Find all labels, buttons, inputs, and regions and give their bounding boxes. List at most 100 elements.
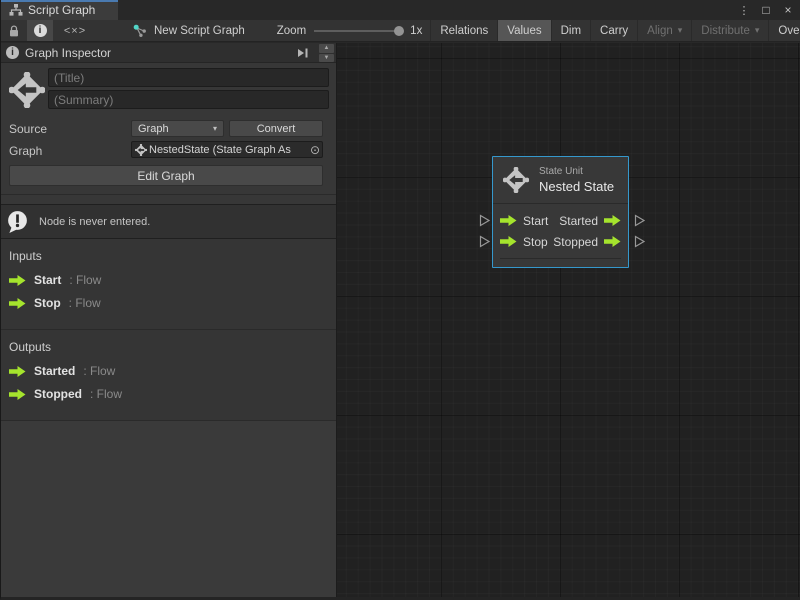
scroll-down-button[interactable]: ▼: [319, 54, 334, 63]
incoming-transition-port[interactable]: [479, 214, 491, 227]
lock-button[interactable]: [1, 20, 27, 41]
object-picker-icon[interactable]: ⊙: [310, 143, 320, 157]
state-unit-icon: [503, 167, 529, 193]
flow-arrow-icon: [9, 275, 26, 286]
info-icon: i: [34, 24, 47, 37]
input-port-start[interactable]: Start: [500, 214, 548, 228]
distribute-label: Distribute: [701, 25, 750, 37]
graph-field-label: Graph: [9, 144, 42, 158]
overview-button[interactable]: Overview: [769, 20, 800, 41]
align-label: Align: [647, 25, 673, 37]
inspector-toggle-button[interactable]: i: [27, 20, 53, 41]
scroll-up-button[interactable]: ▲: [319, 44, 334, 53]
spacer: [1, 195, 336, 204]
chevron-down-icon: ▾: [678, 25, 683, 36]
zoom-control: Zoom 1x: [269, 20, 431, 41]
graph-object-field[interactable]: NestedState (State Graph As ⊙: [131, 141, 323, 158]
list-item: Start : Flow: [9, 273, 328, 287]
new-script-graph-button[interactable]: New Script Graph: [123, 20, 255, 41]
source-dropdown[interactable]: Graph ▾: [131, 120, 224, 137]
input-port-stop[interactable]: Stop: [500, 235, 548, 249]
window-controls: ⋮ □ ×: [736, 0, 796, 20]
zoom-slider-knob[interactable]: [394, 26, 404, 36]
port-name: Started: [34, 364, 75, 378]
warning-bubble-icon: [5, 209, 30, 234]
window-menu-icon[interactable]: ⋮: [736, 2, 752, 18]
node-port-row: Start Started: [500, 210, 621, 231]
dock-toggle-button[interactable]: [294, 45, 312, 60]
scroll-spinner: ▲ ▼: [319, 44, 334, 62]
node-port-row: Stop Stopped: [500, 231, 621, 252]
graph-toolbar: i <×> New Script Graph Zoom 1x Relations…: [1, 20, 800, 42]
dim-button[interactable]: Dim: [552, 20, 591, 41]
toolbar-right-group: Relations Values Dim Carry Align ▾ Distr…: [430, 20, 800, 41]
carry-button[interactable]: Carry: [591, 20, 638, 41]
state-graph-asset-icon: [135, 144, 147, 156]
node-header[interactable]: State Unit Nested State: [493, 157, 628, 204]
list-item: Stopped : Flow: [9, 387, 328, 401]
graph-inspector-panel: i Graph Inspector ▲ ▼: [1, 43, 336, 600]
distribute-dropdown[interactable]: Distribute ▾: [692, 20, 769, 41]
dock-icon: [297, 48, 309, 58]
graph-object-value: NestedState (State Graph As: [149, 144, 310, 156]
state-unit-icon: [9, 72, 45, 108]
graph-title-input[interactable]: [48, 68, 329, 87]
port-name: Stop: [34, 296, 61, 310]
edit-graph-button[interactable]: Edit Graph: [9, 165, 323, 186]
port-label: Stopped: [553, 235, 598, 249]
values-button[interactable]: Values: [498, 20, 551, 41]
port-label: Stop: [523, 235, 548, 249]
port-label: Started: [559, 214, 598, 228]
flow-arrow-icon: [9, 298, 26, 309]
close-icon[interactable]: ×: [780, 2, 796, 18]
outgoing-transition-port[interactable]: [634, 214, 646, 227]
chevron-down-icon: ▾: [213, 124, 217, 133]
node-title-label: Nested State: [539, 179, 614, 194]
graph-canvas[interactable]: State Unit Nested State Start Star: [336, 43, 800, 600]
lock-icon: [8, 24, 20, 38]
outputs-title: Outputs: [9, 340, 328, 354]
zoom-value: 1x: [410, 25, 422, 37]
flow-arrow-icon: [9, 389, 26, 400]
tab-active-accent: [1, 0, 118, 2]
maximize-icon[interactable]: □: [758, 2, 774, 18]
inputs-title: Inputs: [9, 249, 328, 263]
outgoing-transition-port[interactable]: [634, 235, 646, 248]
port-label: Start: [523, 214, 548, 228]
warning-text: Node is never entered.: [39, 216, 150, 228]
port-name: Start: [34, 273, 61, 287]
port-type: : Flow: [69, 296, 101, 310]
toolbar-left-group: i <×>: [1, 20, 97, 41]
flow-arrow-icon: [604, 236, 621, 247]
node-body: Start Started: [493, 204, 628, 259]
unity-script-graph-window: Script Graph ⋮ □ × i <×>: [0, 0, 800, 600]
port-type: : Flow: [90, 387, 122, 401]
incoming-transition-port[interactable]: [479, 235, 491, 248]
outputs-section: Outputs Started : Flow Stopped : Flow: [1, 330, 336, 420]
inspector-empty-area: [1, 421, 336, 600]
convert-button[interactable]: Convert: [229, 120, 323, 137]
flow-arrow-icon: [500, 236, 517, 247]
hierarchy-icon: [9, 4, 23, 16]
port-name: Stopped: [34, 387, 82, 401]
zoom-label: Zoom: [277, 25, 306, 37]
node-kind-label: State Unit: [539, 166, 614, 177]
tab-script-graph[interactable]: Script Graph: [1, 0, 118, 20]
node-footer: [500, 258, 621, 259]
warning-banner: Node is never entered.: [1, 204, 336, 239]
graph-node-icon: [133, 24, 147, 38]
graph-identity-block: [1, 63, 336, 116]
graph-summary-input[interactable]: [48, 90, 329, 109]
output-port-started[interactable]: Started: [559, 214, 621, 228]
zoom-slider[interactable]: [314, 30, 402, 32]
nested-state-node[interactable]: State Unit Nested State Start Star: [492, 156, 629, 268]
flow-arrow-icon: [9, 366, 26, 377]
flow-arrow-icon: [500, 215, 517, 226]
flow-arrow-icon: [604, 215, 621, 226]
port-type: : Flow: [83, 364, 115, 378]
align-dropdown[interactable]: Align ▾: [638, 20, 692, 41]
relations-button[interactable]: Relations: [431, 20, 498, 41]
graph-inspector-title: Graph Inspector: [25, 46, 111, 60]
output-port-stopped[interactable]: Stopped: [553, 235, 621, 249]
code-preview-button[interactable]: <×>: [53, 20, 97, 41]
